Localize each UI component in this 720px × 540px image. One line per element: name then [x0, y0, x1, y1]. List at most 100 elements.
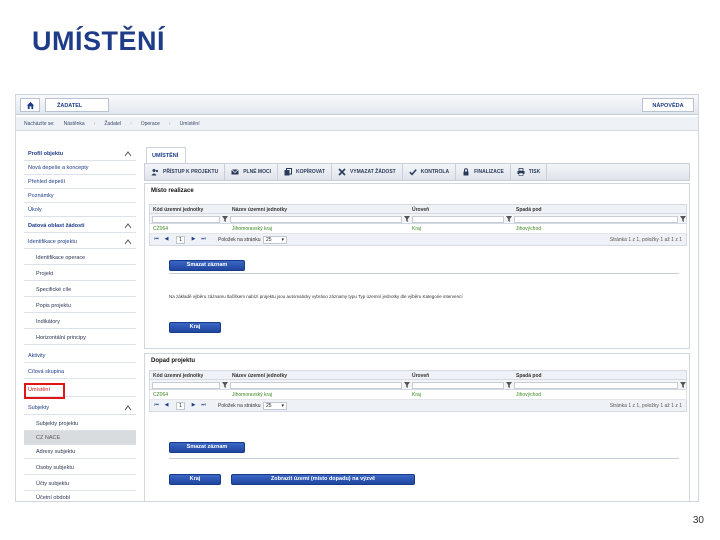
filter-icon[interactable]	[506, 216, 512, 222]
finalize-button[interactable]: FINALIZACE	[456, 163, 511, 181]
sidebar-item-horizontal-principles[interactable]: Horizontální principy	[24, 331, 136, 345]
delete-record-button[interactable]: Smazat záznam	[169, 260, 245, 271]
highlight-frame	[24, 383, 65, 399]
table-row[interactable]: CZ064 Jihomoravský kraj Kraj Jihovýchod	[149, 224, 687, 234]
tab-location[interactable]: UMÍSTĚNÍ	[146, 147, 186, 163]
per-page-label: Položek na stránku	[218, 403, 261, 409]
sidebar-item-new-message[interactable]: Nová depeše a koncepty	[24, 161, 136, 175]
breadcrumb-dashboard[interactable]: Nástěnka	[64, 121, 85, 127]
table-row[interactable]: CZ064 Jihomoravský kraj Kraj Jihovýchod	[149, 390, 687, 400]
sidebar-item-project-subjects[interactable]: Subjekty projektu	[24, 417, 136, 431]
sidebar-item-subject-accounts[interactable]: Účty subjektu	[24, 477, 136, 491]
sidebar-item-notes[interactable]: Poznámky	[24, 189, 136, 203]
sidebar-item-target-group[interactable]: Cílová skupina	[24, 365, 136, 379]
column-header-code[interactable]: Kód územní jednotky	[153, 207, 203, 213]
sidebar-item-accounting-periods[interactable]: Účetní období	[24, 491, 136, 501]
cell-name: Jihomoravský kraj	[232, 226, 273, 232]
check-button[interactable]: KONTROLA	[403, 163, 457, 181]
breadcrumb: Nacházíte se: Nástěnka › Žadatel › Opera…	[16, 117, 698, 131]
home-icon	[26, 101, 34, 109]
prev-page-icon[interactable]: ◀	[163, 402, 170, 409]
power-of-attorney-button[interactable]: PLNÉ MOCI	[225, 163, 278, 181]
prev-page-icon[interactable]: ◀	[163, 236, 170, 243]
filter-icon[interactable]	[404, 382, 410, 388]
filter-icon[interactable]	[680, 216, 686, 222]
region-button[interactable]: Kraj	[169, 322, 221, 333]
sidebar-item-label: Subjekty	[28, 405, 50, 411]
first-page-icon[interactable]: ⏮	[153, 402, 160, 409]
sidebar-nav: Profil objektu Nová depeše a koncepty Př…	[24, 147, 136, 501]
chevron-up-icon[interactable]	[124, 222, 132, 230]
filter-input-level[interactable]	[412, 216, 504, 223]
next-page-icon[interactable]: ▶	[190, 402, 197, 409]
filter-input-code[interactable]	[152, 382, 220, 389]
sidebar-item-subject-persons[interactable]: Osoby subjektu	[24, 461, 136, 475]
column-header-name[interactable]: Název územní jednotky	[232, 373, 287, 379]
column-header-name[interactable]: Název územní jednotky	[232, 207, 287, 213]
last-page-icon[interactable]: ⏭	[200, 402, 207, 409]
first-page-icon[interactable]: ⏮	[153, 236, 160, 243]
filter-input-parent[interactable]	[514, 382, 678, 389]
project-access-button[interactable]: PŘÍSTUP K PROJEKTU	[145, 163, 226, 181]
show-territory-button[interactable]: Zobrazit území (místo dopadu) na výzvě	[231, 474, 415, 485]
filter-input-name[interactable]	[230, 382, 402, 389]
filter-input-code[interactable]	[152, 216, 220, 223]
filter-icon[interactable]	[680, 382, 686, 388]
toolbar: PŘÍSTUP K PROJEKTU PLNÉ MOCI KOPÍROVAT V…	[144, 163, 690, 181]
sidebar-item-operation-identification[interactable]: Identifikace operace	[24, 251, 136, 265]
chevron-up-icon[interactable]	[124, 238, 132, 246]
chevron-up-icon[interactable]	[124, 150, 132, 158]
breadcrumb-location[interactable]: Umístění	[180, 121, 200, 127]
sidebar-item-messages[interactable]: Přehled depeší	[24, 175, 136, 189]
filter-input-name[interactable]	[230, 216, 402, 223]
region-button[interactable]: Kraj	[169, 474, 221, 485]
sidebar-item-label: Profil objektu	[28, 151, 64, 157]
sidebar-item-specific-goals[interactable]: Specifické cíle	[24, 283, 136, 297]
sidebar-item-subjects[interactable]: Subjekty	[24, 401, 136, 415]
per-page-select[interactable]: 25 ▾	[263, 402, 287, 410]
delete-record-button[interactable]: Smazat záznam	[169, 442, 245, 453]
filter-input-level[interactable]	[412, 382, 504, 389]
sidebar-item-data-area[interactable]: Datová oblast žádosti	[24, 219, 136, 233]
last-page-icon[interactable]: ⏭	[200, 236, 207, 243]
applicant-button[interactable]: ŽADATEL	[45, 98, 109, 112]
sidebar-item-label: Datová oblast žádosti	[28, 223, 85, 229]
column-header-level[interactable]: Úroveň	[412, 373, 429, 379]
breadcrumb-applicant[interactable]: Žadatel	[104, 121, 121, 127]
sidebar-item-subject-addresses[interactable]: Adresy subjektu	[24, 445, 136, 459]
column-header-parent[interactable]: Spadá pod	[516, 373, 542, 379]
delete-application-button[interactable]: VYMAZAT ŽÁDOST	[332, 163, 403, 181]
home-button[interactable]	[20, 98, 40, 112]
help-button[interactable]: NÁPOVĚDA	[642, 98, 694, 112]
sidebar-item-project-description[interactable]: Popis projektu	[24, 299, 136, 313]
column-header-parent[interactable]: Spadá pod	[516, 207, 542, 213]
filter-icon[interactable]	[404, 216, 410, 222]
page-input[interactable]: 1	[176, 236, 185, 244]
filter-icon[interactable]	[506, 382, 512, 388]
page-input[interactable]: 1	[176, 402, 185, 410]
filter-icon[interactable]	[222, 216, 228, 222]
sidebar-item-object-profile[interactable]: Profil objektu	[24, 147, 136, 161]
sidebar-item-tasks[interactable]: Úkoly	[24, 203, 136, 217]
filter-input-parent[interactable]	[514, 216, 678, 223]
close-icon	[338, 168, 346, 176]
filter-icon[interactable]	[222, 382, 228, 388]
chevron-down-icon: ▾	[281, 403, 284, 409]
grid-header: Kód územní jednotky Název územní jednotk…	[149, 370, 687, 380]
per-page-label: Položek na stránku	[218, 237, 261, 243]
sidebar-item-project[interactable]: Projekt	[24, 267, 136, 281]
cell-parent: Jihovýchod	[516, 392, 542, 398]
column-header-level[interactable]: Úroveň	[412, 207, 429, 213]
breadcrumb-operations[interactable]: Operace	[141, 121, 160, 127]
sidebar-item-project-identification[interactable]: Identifikace projektu	[24, 235, 136, 249]
next-page-icon[interactable]: ▶	[190, 236, 197, 243]
copy-button[interactable]: KOPÍROVAT	[278, 163, 332, 181]
chevron-up-icon[interactable]	[124, 404, 132, 412]
sidebar-item-indicators[interactable]: Indikátory	[24, 315, 136, 329]
sidebar-item-activities[interactable]: Aktivity	[24, 349, 136, 363]
per-page-select[interactable]: 25 ▾	[263, 236, 287, 244]
cell-code: CZ064	[153, 226, 169, 232]
sidebar-item-cz-nace[interactable]: CZ NACE	[24, 431, 136, 445]
print-button[interactable]: TISK	[511, 163, 548, 181]
column-header-code[interactable]: Kód územní jednotky	[153, 373, 203, 379]
